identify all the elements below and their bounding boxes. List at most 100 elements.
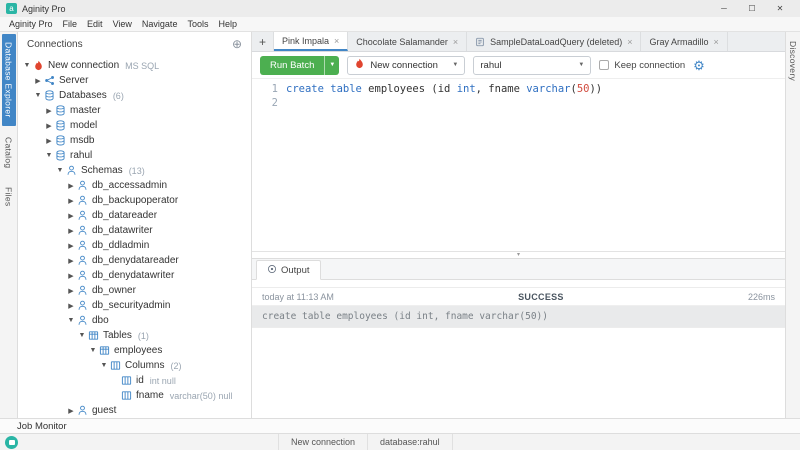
menu-navigate[interactable]: Navigate [137, 19, 183, 29]
tree-item-dbo[interactable]: ▼dbo [18, 313, 251, 328]
expander-icon[interactable]: ▶ [66, 257, 76, 265]
expander-icon[interactable]: ▶ [66, 212, 76, 220]
expander-icon[interactable]: ▶ [66, 407, 76, 415]
tree-item-db-denydatareader[interactable]: ▶db_denydatareader [18, 253, 251, 268]
editor-tab-pink-impala[interactable]: Pink Impala× [274, 32, 348, 51]
tree-item-label: db_datareader [92, 210, 157, 221]
tree-item-db-denydatawriter[interactable]: ▶db_denydatawriter [18, 268, 251, 283]
expander-icon[interactable]: ▼ [44, 152, 54, 159]
tree-item-model[interactable]: ▶ model [18, 118, 251, 133]
table-icon [98, 345, 111, 357]
tree-item-db-accessadmin[interactable]: ▶db_accessadmin [18, 178, 251, 193]
expander-icon[interactable]: ▶ [44, 107, 54, 115]
code-area[interactable]: create table employees (id int, fname va… [286, 79, 785, 251]
database-icon [54, 120, 67, 132]
expander-icon[interactable]: ▶ [66, 197, 76, 205]
expander-icon[interactable]: ▼ [88, 347, 98, 354]
run-batch-dropdown-icon[interactable]: ▼ [324, 56, 339, 75]
rail-tab-discovery[interactable]: Discovery [787, 35, 799, 87]
tree-item-guest[interactable]: ▶guest [18, 403, 251, 418]
job-status-indicator[interactable] [5, 436, 18, 449]
tree-item-db-ddladmin[interactable]: ▶db_ddladmin [18, 238, 251, 253]
sql-editor: 12 create table employees (id int, fname… [252, 78, 785, 251]
tab-close-icon[interactable]: × [334, 36, 339, 46]
expander-icon[interactable]: ▶ [33, 77, 43, 85]
tree-item-rahul[interactable]: ▼ rahul [18, 148, 251, 163]
minimize-button[interactable]: ─ [710, 0, 738, 17]
tree-item-suffix: (6) [113, 91, 124, 101]
keep-connection-checkbox[interactable] [599, 60, 609, 70]
tree-item-columns[interactable]: ▼Columns(2) [18, 358, 251, 373]
menu-help[interactable]: Help [213, 19, 242, 29]
editor-output-splitter[interactable]: ▾ [252, 251, 785, 258]
expander-icon[interactable]: ▶ [66, 242, 76, 250]
editor-tab-sampledataloadquery-deleted[interactable]: SampleDataLoadQuery (deleted)× [467, 32, 641, 51]
tab-close-icon[interactable]: × [714, 37, 719, 47]
line-number: 1 [252, 82, 278, 96]
table-icon [87, 330, 100, 342]
tree-item-master[interactable]: ▶master [18, 103, 251, 118]
add-connection-button[interactable]: ⊕ [232, 38, 242, 50]
tree-item-databases[interactable]: ▼Databases(6) [18, 88, 251, 103]
tree-item-db-datareader[interactable]: ▶ db_datareader [18, 208, 251, 223]
rail-tab-database-explorer[interactable]: Database Explorer [2, 34, 16, 126]
tree-item-suffix: (13) [129, 166, 145, 176]
editor-tab-gray-armadillo[interactable]: Gray Armadillo× [641, 32, 727, 51]
schema-icon [76, 300, 89, 312]
menu-aginity-pro[interactable]: Aginity Pro [4, 19, 58, 29]
menu-view[interactable]: View [108, 19, 137, 29]
editor-tab-chocolate-salamander[interactable]: Chocolate Salamander× [348, 32, 467, 51]
expander-icon[interactable]: ▶ [66, 272, 76, 280]
maximize-button[interactable]: ☐ [738, 0, 766, 17]
menu-file[interactable]: File [58, 19, 83, 29]
query-file-icon [475, 37, 485, 47]
close-button[interactable]: ✕ [766, 0, 794, 17]
expander-icon[interactable]: ▼ [77, 332, 87, 339]
tree-item-id[interactable]: idint null [18, 373, 251, 388]
tree-item-employees[interactable]: ▼employees [18, 343, 251, 358]
rail-tab-catalog[interactable]: Catalog [2, 129, 16, 176]
new-tab-button[interactable]: + [252, 32, 274, 51]
expander-icon[interactable]: ▶ [66, 227, 76, 235]
expander-icon[interactable]: ▶ [66, 182, 76, 190]
job-monitor-label: Job Monitor [17, 421, 67, 432]
tree-item-fname[interactable]: fnamevarchar(50) null [18, 388, 251, 403]
settings-gear-icon[interactable]: ⚙ [693, 59, 705, 72]
tree-item-db-securityadmin[interactable]: ▶db_securityadmin [18, 298, 251, 313]
tree-item-db-datawriter[interactable]: ▶db_datawriter [18, 223, 251, 238]
tree-item-schemas[interactable]: ▼Schemas(13) [18, 163, 251, 178]
expander-icon[interactable]: ▼ [55, 167, 65, 174]
expander-icon[interactable]: ▼ [22, 62, 32, 69]
expander-icon[interactable]: ▶ [66, 302, 76, 310]
tab-close-icon[interactable]: × [627, 37, 632, 47]
tree-item-tables[interactable]: ▼Tables(1) [18, 328, 251, 343]
expander-icon[interactable]: ▶ [44, 122, 54, 130]
output-entry[interactable]: today at 11:13 AMSUCCESS226mscreate tabl… [252, 287, 785, 328]
connection-select[interactable]: New connection ▼ [347, 56, 465, 75]
tree-item-new-connection[interactable]: ▼New connectionMS SQL [18, 58, 251, 73]
tab-close-icon[interactable]: × [453, 37, 458, 47]
editor-area: + Pink Impala×Chocolate Salamander×Sampl… [252, 32, 785, 418]
job-monitor-bar[interactable]: Job Monitor [0, 418, 800, 433]
output-tab[interactable]: Output [256, 260, 321, 280]
tree-item-msdb[interactable]: ▶msdb [18, 133, 251, 148]
database-select[interactable]: rahul ▼ [473, 56, 591, 75]
expander-icon[interactable]: ▶ [66, 287, 76, 295]
tree-item-label: rahul [70, 150, 92, 161]
tree-item-suffix: varchar(50) null [170, 391, 233, 401]
schema-icon [76, 270, 89, 282]
tree-item-suffix: (2) [170, 361, 181, 371]
rail-tab-files[interactable]: Files [2, 179, 16, 214]
expander-icon[interactable]: ▼ [99, 362, 109, 369]
expander-icon[interactable]: ▼ [33, 92, 43, 99]
tree-item-db-owner[interactable]: ▶db_owner [18, 283, 251, 298]
tree-item-server[interactable]: ▶Server [18, 73, 251, 88]
expander-icon[interactable]: ▶ [44, 137, 54, 145]
menu-edit[interactable]: Edit [82, 19, 108, 29]
status-bar: New connection database:rahul [0, 433, 800, 450]
menu-tools[interactable]: Tools [182, 19, 213, 29]
expander-icon[interactable]: ▼ [66, 317, 76, 324]
tree-item-db-backupoperator[interactable]: ▶db_backupoperator [18, 193, 251, 208]
run-batch-button[interactable]: Run Batch [260, 56, 324, 75]
tree-item-label: model [70, 120, 97, 131]
